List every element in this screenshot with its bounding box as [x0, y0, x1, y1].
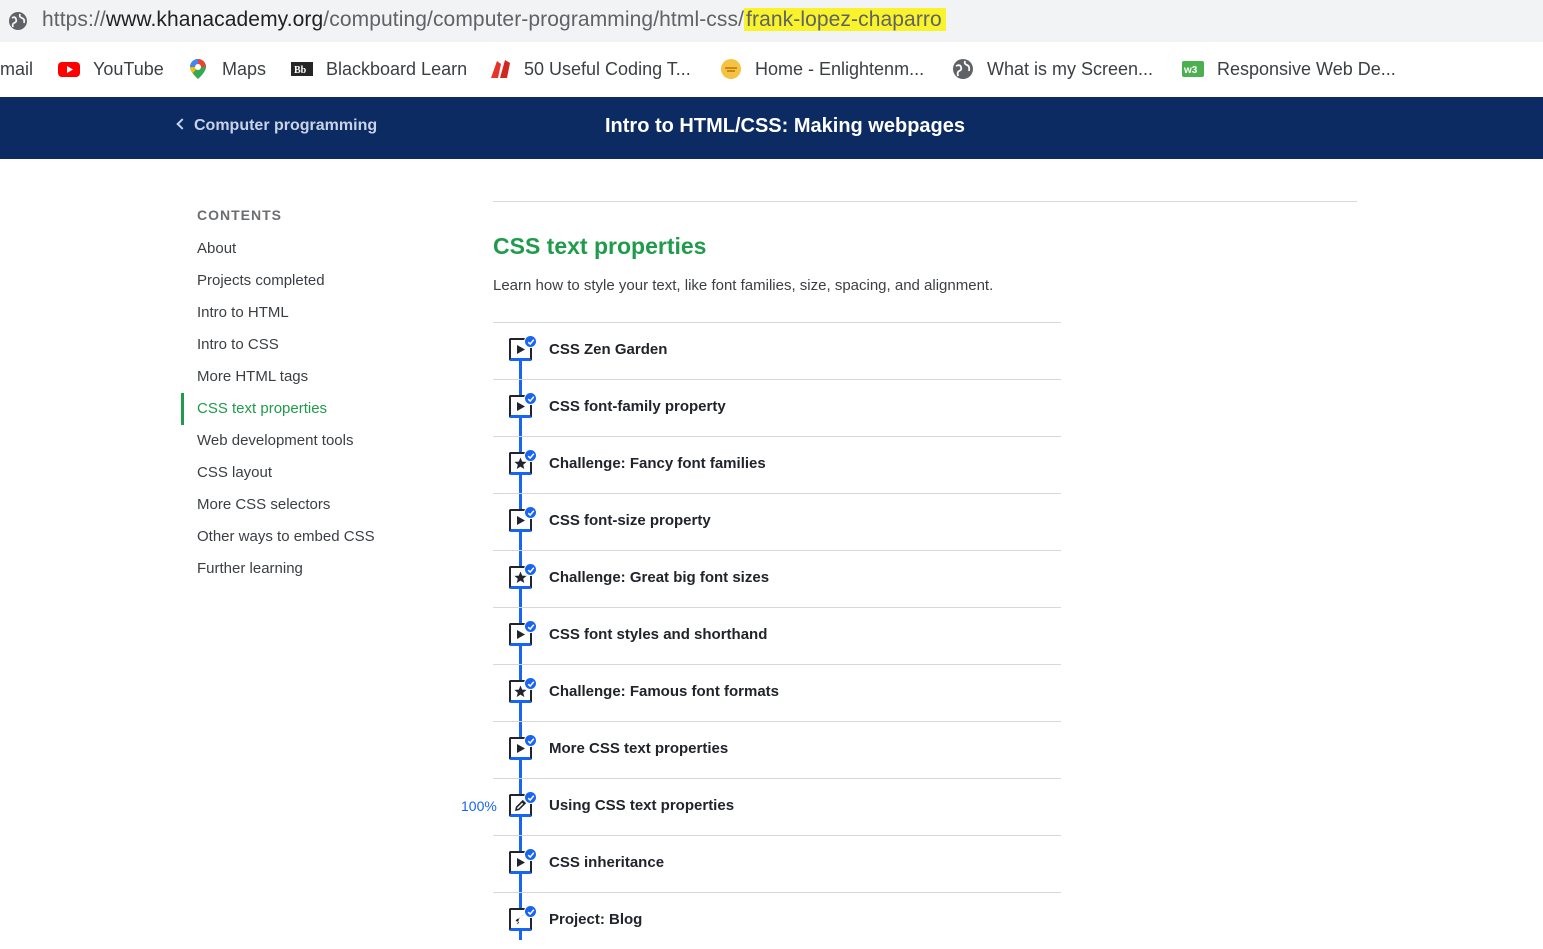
bookmark-label: YouTube: [93, 58, 164, 79]
bookmark-mail[interactable]: mail: [0, 57, 33, 81]
sidebar-item-further-learning[interactable]: Further learning: [197, 560, 303, 577]
completed-check-icon: [524, 506, 537, 519]
sidebar-heading: CONTENTS: [197, 207, 282, 223]
lesson-title[interactable]: Challenge: Great big font sizes: [549, 569, 769, 586]
completed-check-icon: [524, 392, 537, 405]
bookmark-blackboard[interactable]: Bb Blackboard Learn: [291, 57, 467, 81]
url-text[interactable]: https://www.khanacademy.org/computing/co…: [42, 8, 946, 32]
row-divider: [493, 892, 1061, 893]
sidebar-item-intro-to-css[interactable]: Intro to CSS: [197, 336, 279, 353]
lesson-title[interactable]: CSS font-size property: [549, 512, 711, 529]
url-highlighted-segment: frank-lopez-chaparro: [744, 8, 946, 31]
unit-description: Learn how to style your text, like font …: [493, 277, 994, 294]
lesson-title[interactable]: More CSS text properties: [549, 740, 728, 757]
completed-check-icon: [524, 677, 537, 690]
lesson-title[interactable]: CSS font-family property: [549, 398, 726, 415]
sidebar-item-web-development-tools[interactable]: Web development tools: [197, 432, 353, 449]
row-divider: [493, 550, 1061, 551]
site-info-icon[interactable]: [8, 11, 28, 31]
url-path: /computing/computer-programming/html-css…: [323, 8, 745, 31]
completed-check-icon: [524, 449, 537, 462]
section-divider: [493, 201, 1357, 202]
bookmark-screen[interactable]: What is my Screen...: [952, 57, 1153, 81]
active-indicator: [181, 393, 184, 425]
completed-check-icon: [524, 620, 537, 633]
bookmark-youtube[interactable]: YouTube: [58, 57, 164, 81]
unit-title: CSS text properties: [493, 233, 707, 259]
svg-text:Bb: Bb: [294, 65, 307, 76]
sidebar-item-more-css-selectors[interactable]: More CSS selectors: [197, 496, 330, 513]
bookmark-label: Blackboard Learn: [326, 58, 468, 79]
bookmark-label: 50 Useful Coding T...: [524, 58, 691, 79]
bookmark-coding-tips[interactable]: 50 Useful Coding T...: [489, 57, 691, 81]
bookmark-label: What is my Screen...: [987, 58, 1154, 79]
sidebar-item-css-layout[interactable]: CSS layout: [197, 464, 272, 481]
completed-check-icon: [524, 791, 537, 804]
blackboard-icon: Bb: [291, 58, 313, 80]
bookmark-label: Responsive Web De...: [1217, 58, 1396, 79]
row-divider: [493, 436, 1061, 437]
row-divider: [493, 721, 1061, 722]
youtube-icon: [58, 58, 80, 80]
bookmark-label: mail: [0, 58, 34, 79]
url-domain: www.khanacademy.org: [105, 8, 324, 31]
lesson-title[interactable]: Using CSS text properties: [549, 797, 734, 814]
url-scheme: https://: [42, 8, 106, 31]
row-divider: [493, 322, 1061, 323]
back-link-label: Computer programming: [194, 117, 378, 134]
chevron-left-icon: [176, 118, 188, 130]
lesson-title[interactable]: CSS font styles and shorthand: [549, 626, 767, 643]
sidebar-item-projects-completed[interactable]: Projects completed: [197, 272, 325, 289]
sidebar-item-css-text-properties[interactable]: CSS text properties: [197, 400, 327, 417]
row-divider: [493, 664, 1061, 665]
sidebar-item-other-ways-to-embed-css[interactable]: Other ways to embed CSS: [197, 528, 375, 545]
lesson-title[interactable]: CSS Zen Garden: [549, 341, 667, 358]
lesson-title[interactable]: CSS inheritance: [549, 854, 664, 871]
globe-icon: [952, 58, 974, 80]
bookmark-maps[interactable]: Maps: [187, 57, 266, 81]
back-to-course-link[interactable]: Computer programming: [176, 117, 378, 135]
bookmark-label: Maps: [222, 58, 267, 79]
address-bar[interactable]: https://www.khanacademy.org/computing/co…: [0, 0, 1543, 42]
course-title: Intro to HTML/CSS: Making webpages: [605, 115, 966, 137]
sidebar-item-intro-to-html[interactable]: Intro to HTML: [197, 304, 289, 321]
enlightenment-icon: [720, 58, 742, 80]
maps-pin-icon: [187, 58, 209, 80]
completed-check-icon: [524, 905, 537, 918]
red-ribbon-icon: [489, 58, 511, 80]
lesson-title[interactable]: Challenge: Famous font formats: [549, 683, 779, 700]
row-divider: [493, 607, 1061, 608]
row-divider: [493, 835, 1061, 836]
row-divider: [493, 379, 1061, 380]
sidebar-item-more-html-tags[interactable]: More HTML tags: [197, 368, 308, 385]
mastery-score: 100%: [461, 798, 497, 814]
bookmark-label: Home - Enlightenm...: [755, 58, 925, 79]
bookmark-enlightenment[interactable]: Home - Enlightenm...: [720, 57, 924, 81]
completed-check-icon: [524, 848, 537, 861]
completed-check-icon: [524, 734, 537, 747]
svg-text:w3: w3: [1183, 65, 1198, 76]
course-header: Computer programming Intro to HTML/CSS: …: [0, 97, 1543, 159]
row-divider: [493, 493, 1061, 494]
bookmarks-bar: mail YouTube Maps Bb Blackboard Learn 50…: [0, 42, 1543, 96]
sidebar-item-about[interactable]: About: [197, 240, 236, 257]
w3-icon: w3: [1182, 58, 1204, 80]
completed-check-icon: [524, 335, 537, 348]
row-divider: [493, 778, 1061, 779]
completed-check-icon: [524, 563, 537, 576]
lesson-title[interactable]: Project: Blog: [549, 911, 642, 928]
lesson-title[interactable]: Challenge: Fancy font families: [549, 455, 766, 472]
bookmark-responsive-web[interactable]: w3 Responsive Web De...: [1182, 57, 1396, 81]
